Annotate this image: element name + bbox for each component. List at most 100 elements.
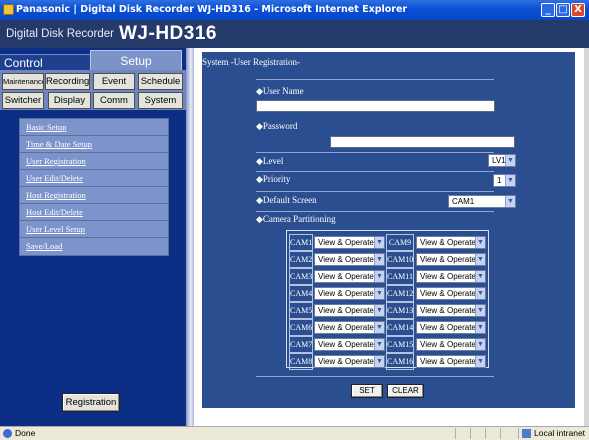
- camera-permission-select[interactable]: View & Operate ▼: [314, 355, 385, 368]
- ie-icon: [3, 4, 14, 15]
- camera-permission-select[interactable]: View & Operate ▼: [314, 270, 385, 283]
- camera-label: CAM4: [289, 285, 313, 302]
- pane-divider[interactable]: [186, 48, 194, 426]
- camera-permission-select[interactable]: View & Operate ▼: [314, 287, 385, 300]
- camera-permission-select[interactable]: View & Operate ▼: [416, 321, 486, 334]
- password-input[interactable]: [330, 136, 515, 148]
- tab-system[interactable]: System: [138, 92, 183, 109]
- chevron-down-icon: ▼: [374, 271, 384, 282]
- tab-control[interactable]: Control: [0, 54, 96, 70]
- menu-item-user-edit-delete[interactable]: User Edit/Delete: [20, 170, 168, 187]
- camera-select-value: View & Operate: [318, 255, 374, 264]
- window-titlebar: Panasonic | Digital Disk Recorder WJ-HD3…: [0, 0, 589, 20]
- vertical-scrollbar[interactable]: [584, 48, 589, 426]
- camera-label: CAM7: [289, 336, 313, 353]
- camera-permission-select[interactable]: View & Operate ▼: [416, 304, 486, 317]
- status-text: Done: [15, 428, 36, 438]
- level-select[interactable]: LV1 ▼: [488, 154, 516, 167]
- level-label: ◆Level: [256, 156, 284, 166]
- menu-item-host-edit-delete[interactable]: Host Edit/Delete: [20, 204, 168, 221]
- camera-select-value: View & Operate: [420, 272, 476, 281]
- camera-permission-select[interactable]: View & Operate ▼: [314, 236, 385, 249]
- breadcrumb: System -User Registration-: [202, 57, 300, 67]
- camera-permission-select[interactable]: View & Operate ▼: [416, 338, 486, 351]
- tab-schedule[interactable]: Schedule: [138, 73, 183, 90]
- menu-item-time-date-setup[interactable]: Time & Date Setup: [20, 136, 168, 153]
- camera-permission-select[interactable]: View & Operate ▼: [416, 355, 486, 368]
- camera-select-value: View & Operate: [318, 238, 374, 247]
- camera-select-value: View & Operate: [318, 323, 374, 332]
- menu-item-save-load[interactable]: Save/Load: [20, 238, 168, 255]
- status-separator: [485, 428, 486, 439]
- camera-select-value: View & Operate: [318, 272, 374, 281]
- camera-permission-select[interactable]: View & Operate ▼: [314, 253, 385, 266]
- menu-item-basic-setup[interactable]: Basic Setup: [20, 119, 168, 136]
- default-screen-select[interactable]: CAM1 ▼: [448, 195, 516, 208]
- menu-item-user-registration[interactable]: User Registration: [20, 153, 168, 170]
- clear-button[interactable]: CLEAR: [387, 384, 424, 398]
- close-button[interactable]: X: [571, 3, 585, 17]
- tab-recording[interactable]: Recording: [45, 73, 90, 90]
- window-title: Panasonic | Digital Disk Recorder WJ-HD3…: [16, 4, 408, 15]
- user-name-input[interactable]: [256, 100, 495, 112]
- chevron-down-icon: ▼: [374, 237, 384, 248]
- user-name-label: ◆User Name: [256, 86, 304, 96]
- chevron-down-icon: ▼: [475, 288, 485, 299]
- camera-select-value: View & Operate: [420, 340, 476, 349]
- tab-maintenance[interactable]: Maintenance: [2, 73, 44, 90]
- form-divider: [256, 211, 494, 212]
- camera-permission-select[interactable]: View & Operate ▼: [416, 287, 486, 300]
- mode-tabs: Control Setup: [0, 48, 186, 70]
- maximize-icon: □: [558, 4, 568, 15]
- chevron-down-icon: ▼: [374, 322, 384, 333]
- camera-select-value: View & Operate: [420, 357, 476, 366]
- camera-label: CAM16: [386, 353, 414, 370]
- chevron-down-icon: ▼: [505, 155, 515, 166]
- password-label: ◆Password: [256, 121, 298, 131]
- camera-permission-select[interactable]: View & Operate ▼: [416, 270, 486, 283]
- camera-permission-select[interactable]: View & Operate ▼: [416, 253, 486, 266]
- chevron-down-icon: ▼: [505, 196, 515, 207]
- camera-permission-select[interactable]: View & Operate ▼: [314, 321, 385, 334]
- camera-label: CAM6: [289, 319, 313, 336]
- camera-permission-select[interactable]: View & Operate ▼: [314, 304, 385, 317]
- tab-comm[interactable]: Comm: [93, 92, 135, 109]
- camera-label: CAM12: [386, 285, 414, 302]
- camera-partitioning-label: ◆Camera Partitioning: [256, 214, 336, 224]
- chevron-down-icon: ▼: [374, 339, 384, 350]
- tab-event[interactable]: Event: [93, 73, 135, 90]
- tab-setup[interactable]: Setup: [90, 50, 182, 70]
- camera-label: CAM3: [289, 268, 313, 285]
- camera-label: CAM15: [386, 336, 414, 353]
- camera-permission-select[interactable]: View & Operate ▼: [314, 338, 385, 351]
- set-button[interactable]: SET: [351, 384, 383, 398]
- menu-item-host-registration[interactable]: Host Registration: [20, 187, 168, 204]
- tab-display[interactable]: Display: [48, 92, 91, 109]
- chevron-down-icon: ▼: [475, 322, 485, 333]
- chevron-down-icon: ▼: [475, 339, 485, 350]
- camera-label: CAM14: [386, 319, 414, 336]
- form-divider: [256, 191, 494, 192]
- camera-label: CAM9: [386, 234, 414, 251]
- camera-label: CAM10: [386, 251, 414, 268]
- status-separator: [455, 428, 456, 439]
- camera-select-value: View & Operate: [318, 357, 374, 366]
- default-screen-label: ◆Default Screen: [256, 195, 317, 205]
- priority-select[interactable]: 1 ▼: [493, 174, 516, 187]
- camera-select-value: View & Operate: [420, 238, 476, 247]
- chevron-down-icon: ▼: [475, 356, 485, 367]
- registration-button[interactable]: Registration: [62, 393, 120, 412]
- status-separator: [500, 428, 501, 439]
- minimize-button[interactable]: _: [541, 3, 555, 17]
- tab-switcher[interactable]: Switcher: [2, 92, 44, 109]
- minimize-icon: _: [545, 4, 551, 15]
- camera-label: CAM1: [289, 234, 313, 251]
- status-bar: Done Local intranet: [0, 426, 589, 440]
- camera-select-value: View & Operate: [318, 289, 374, 298]
- page-done-icon: [3, 429, 12, 438]
- camera-permission-select[interactable]: View & Operate ▼: [416, 236, 486, 249]
- maximize-button[interactable]: □: [556, 3, 570, 17]
- camera-label: CAM8: [289, 353, 313, 370]
- camera-select-value: View & Operate: [420, 306, 476, 315]
- menu-item-user-level-setup[interactable]: User Level Setup: [20, 221, 168, 238]
